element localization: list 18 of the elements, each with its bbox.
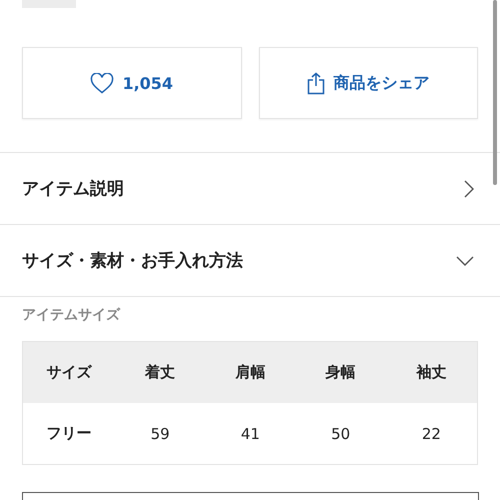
table-heading: アイテムサイズ <box>22 306 122 324</box>
column-header: サイズ <box>22 342 115 403</box>
column-header: 肩幅 <box>205 342 296 403</box>
column-header: 身幅 <box>296 342 386 403</box>
column-header: 袖丈 <box>386 342 478 403</box>
chevron-down-icon <box>456 256 474 266</box>
share-icon <box>307 72 326 94</box>
action-button[interactable]: 1,054 <box>22 47 242 119</box>
heart-icon <box>90 72 114 94</box>
table-cell: 22 <box>386 403 478 464</box>
table-cell: 41 <box>205 403 296 464</box>
table-cell: 59 <box>115 403 206 464</box>
section-header[interactable]: サイズ・素材・お手入れ方法 <box>0 225 500 297</box>
table-cell: フリー <box>22 403 115 464</box>
table-cell: 50 <box>296 403 386 464</box>
column-header: 着丈 <box>115 342 206 403</box>
action-button[interactable]: 商品をシェア <box>258 47 478 119</box>
chevron-right-icon <box>464 180 474 198</box>
